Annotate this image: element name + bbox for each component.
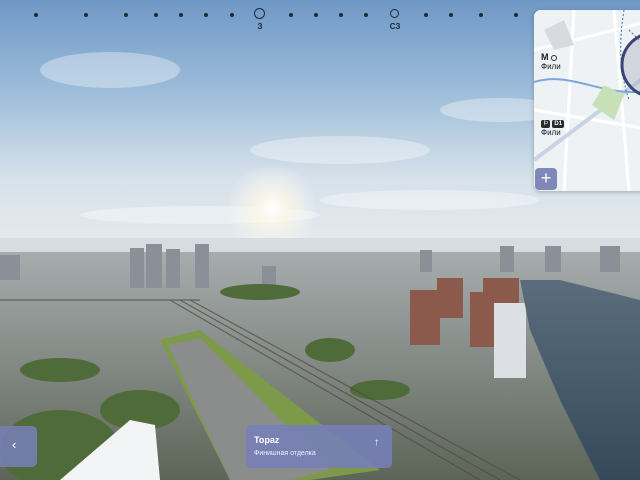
map-streets [534, 10, 640, 191]
compass-label-west: З [257, 22, 263, 31]
map-zoom-in-button[interactable]: + [535, 168, 557, 190]
building-title: Topaz [254, 435, 280, 445]
compass-tick [179, 13, 183, 17]
compass-label-northwest: СЗ [389, 22, 401, 31]
rail-icon: ⚐ [541, 120, 551, 128]
compass-tick [230, 13, 234, 17]
compass-tick [84, 13, 88, 17]
d1-badge: D1 [552, 120, 565, 128]
compass-tick [204, 13, 208, 17]
line-circle-icon [550, 54, 557, 61]
chevron-left-icon: ‹ [12, 437, 17, 452]
compass-tick [34, 13, 38, 17]
compass-tick [339, 13, 343, 17]
metro-icon: M [541, 52, 549, 62]
compass-tick [289, 13, 293, 17]
building-status: Финишная отделка [254, 450, 316, 457]
arrow-up-icon[interactable]: ↑ [374, 437, 379, 448]
compass-direction-marker [254, 8, 265, 19]
compass-direction-marker [390, 9, 399, 18]
compass-tick [154, 13, 158, 17]
compass-tick [514, 13, 518, 17]
building-info-card[interactable]: Topaz Финишная отделка ↑ [246, 425, 392, 468]
map-station-name: Фили [541, 62, 561, 71]
map-station-metro[interactable]: M Фили [541, 52, 561, 72]
compass-tick [124, 13, 128, 17]
compass-tick [449, 13, 453, 17]
previous-card[interactable]: ‹ [0, 426, 37, 467]
compass-tick [424, 13, 428, 17]
compass-tick [479, 13, 483, 17]
map-station-name: Фили [541, 128, 561, 137]
map-station-rail[interactable]: ⚐ D1 Фили [541, 118, 565, 137]
compass-tick [314, 13, 318, 17]
compass-tick [364, 13, 368, 17]
compass-strip[interactable]: З СЗ [0, 0, 540, 40]
mini-map[interactable]: M Фили ⚐ D1 Фили [534, 10, 640, 191]
